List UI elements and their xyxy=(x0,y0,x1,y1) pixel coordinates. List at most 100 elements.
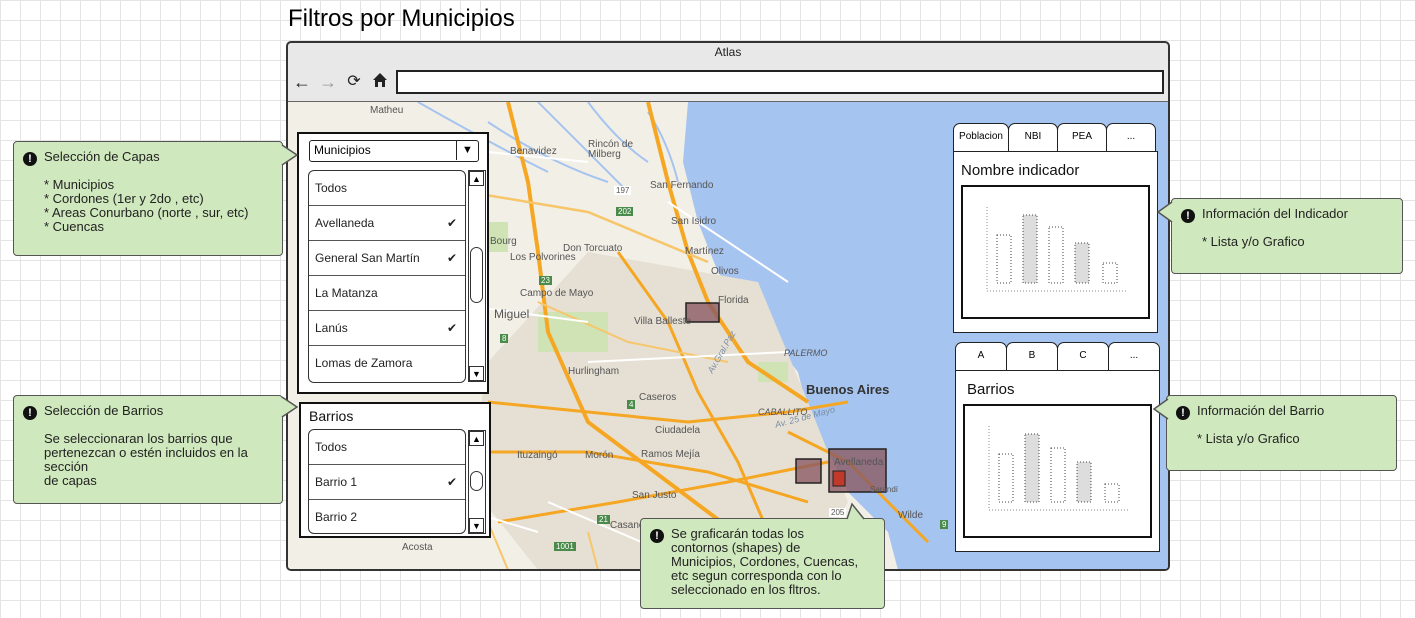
window-title: Atlas xyxy=(714,45,742,59)
callout-capas-line: * Cuencas xyxy=(44,219,104,234)
map-label-martinez: Martínez xyxy=(685,246,724,257)
tab-nbi[interactable]: NBI xyxy=(1008,123,1058,151)
callout-barrios-title: Selección de Barrios xyxy=(44,403,164,418)
map-label-sarandi: Sarandí xyxy=(870,485,899,494)
barrios-panel: Barrios Todos Barrio 1 ✔ Barrio 2 ▲ ▼ xyxy=(299,402,491,538)
callout-barrios-line: de capas xyxy=(44,473,97,488)
url-input[interactable] xyxy=(396,70,1164,94)
callout-shapes: ! Se graficarán todas los contornos (sha… xyxy=(640,518,885,609)
callout-shapes-line: Municipios, Cordones, Cuencas, xyxy=(671,554,859,569)
barrio-info-chart xyxy=(963,404,1152,538)
checkmark-icon: ✔ xyxy=(446,321,457,335)
map-route-202: 202 xyxy=(616,207,634,216)
scroll-up-icon[interactable]: ▲ xyxy=(469,431,484,446)
scroll-thumb[interactable] xyxy=(470,247,483,303)
callout-shapes-tail xyxy=(846,502,865,520)
capas-scrollbar[interactable]: ▲ ▼ xyxy=(468,170,486,382)
map-route-4: 4 xyxy=(627,400,636,409)
barrio-info-panel: A B C ... Barrios xyxy=(955,342,1160,552)
capas-list: Todos Avellaneda ✔ General San Martín ✔ La… xyxy=(308,170,466,383)
exclamation-icon: ! xyxy=(23,406,37,420)
scroll-thumb[interactable] xyxy=(470,471,483,491)
exclamation-icon: ! xyxy=(1176,406,1190,420)
map-label-buenos-aires: Buenos Aires xyxy=(806,382,890,397)
callout-indicador-tail xyxy=(1156,201,1173,223)
forward-icon[interactable]: → xyxy=(318,72,338,92)
barrio-info-heading: Barrios xyxy=(967,381,1015,398)
map-route-23: 23 xyxy=(539,276,552,285)
indicator-chart xyxy=(961,185,1150,319)
triangle-down-icon[interactable]: ▼ xyxy=(456,141,478,160)
barrios-item-barrio-1[interactable]: Barrio 1 ✔ xyxy=(309,465,465,500)
barrios-panel-title: Barrios xyxy=(309,408,354,424)
map-label-wilde: Wilde xyxy=(898,510,924,521)
callout-barrios: ! Selección de Barrios Se seleccionaran … xyxy=(13,395,283,504)
map-label-moron: Morón xyxy=(585,450,614,461)
map-label-acosta: Acosta xyxy=(402,542,433,553)
capas-item-general-san-martin[interactable]: General San Martín ✔ xyxy=(309,241,465,276)
indicator-bar-chart xyxy=(986,207,1127,292)
capas-item-lanus[interactable]: Lanús ✔ xyxy=(309,311,465,346)
callout-shapes-line: contornos (shapes) de xyxy=(671,540,801,555)
capas-item-avellaneda[interactable]: Avellaneda ✔ xyxy=(309,206,465,241)
indicator-body: Nombre indicador xyxy=(953,151,1158,333)
scroll-up-icon[interactable]: ▲ xyxy=(469,171,484,186)
callout-capas-line: * Cordones (1er y 2do , etc) xyxy=(44,191,204,206)
reload-icon[interactable]: ⟳ xyxy=(344,72,364,92)
selection-shape-barrio xyxy=(832,470,846,487)
callout-barrios-line: pertenezcan o estén incluidos en la xyxy=(44,445,248,460)
callout-capas-line: * Areas Conurbano (norte , sur, etc) xyxy=(44,205,249,220)
callout-shapes-line: seleccionado en los fltros. xyxy=(671,582,821,597)
tab-poblacion[interactable]: Poblacion xyxy=(953,123,1009,151)
tab-pea[interactable]: PEA xyxy=(1057,123,1107,151)
checkmark-icon: ✔ xyxy=(446,475,457,489)
callout-indicador-title: Información del Indicador xyxy=(1202,206,1348,221)
map-label-los-polvorines: Los Polvorines xyxy=(510,252,576,263)
map-route-197: 197 xyxy=(614,186,632,195)
tab-more[interactable]: ... xyxy=(1108,342,1160,370)
map-label-rincon: Rincón de Milberg xyxy=(588,139,634,160)
map-label-san-fernando: San Fernando xyxy=(650,180,714,191)
tab-more[interactable]: ... xyxy=(1106,123,1156,151)
capas-item-todos[interactable]: Todos xyxy=(309,171,465,206)
barrios-item-barrio-2[interactable]: Barrio 2 xyxy=(309,500,465,533)
barrios-scrollbar[interactable]: ▲ ▼ xyxy=(468,430,486,534)
tab-a[interactable]: A xyxy=(955,342,1007,370)
map-label-bourg: Bourg xyxy=(490,236,517,247)
capas-item-la-matanza[interactable]: La Matanza xyxy=(309,276,465,311)
barrio-info-body: Barrios xyxy=(955,370,1160,552)
map-label-benavidez: Benavidez xyxy=(510,146,557,157)
callout-shapes-line: Se graficarán todas los xyxy=(671,526,804,541)
tab-b[interactable]: B xyxy=(1006,342,1058,370)
checkmark-icon: ✔ xyxy=(446,216,457,230)
map-label-matheu: Matheu xyxy=(370,105,404,116)
barrios-list: Todos Barrio 1 ✔ Barrio 2 xyxy=(308,429,466,534)
map-label-caseros: Caseros xyxy=(639,392,677,403)
barrios-item-todos[interactable]: Todos xyxy=(309,430,465,465)
scroll-down-icon[interactable]: ▼ xyxy=(469,366,484,381)
callout-barrios-line: Se seleccionaran los barrios que xyxy=(44,431,233,446)
map-label-ituzaingo: Ituzaingó xyxy=(517,450,558,461)
navigation-bar: ← → ⟳ xyxy=(288,67,1168,99)
map-label-campo-de-mayo: Campo de Mayo xyxy=(520,288,594,299)
back-icon[interactable]: ← xyxy=(292,72,312,92)
capas-panel: Municipios ▼ Todos Avellaneda ✔ General S… xyxy=(297,132,489,394)
callout-capas: ! Selección de Capas * Municipios * Cord… xyxy=(13,141,283,256)
map-label-san-miguel: Miguel xyxy=(494,307,530,321)
tab-c[interactable]: C xyxy=(1057,342,1109,370)
callout-barrios-tail xyxy=(281,396,299,418)
capas-dropdown[interactable]: Municipios ▼ xyxy=(309,140,479,162)
callout-barrio-info: ! Información del Barrio * Lista y/o Gra… xyxy=(1166,395,1397,471)
selection-shape-lanus xyxy=(795,458,822,484)
callout-indicador: ! Información del Indicador * Lista y/o … xyxy=(1171,198,1403,274)
checkmark-icon: ✔ xyxy=(446,251,457,265)
capas-item-lomas-de-zamora[interactable]: Lomas de Zamora xyxy=(309,346,465,381)
callout-barrio-info-line: * Lista y/o Grafico xyxy=(1197,431,1300,446)
barrio-info-tabs: A B C ... xyxy=(955,342,1160,370)
map-label-villa-ballester: Villa Balleste xyxy=(634,316,692,327)
home-icon[interactable] xyxy=(370,72,390,92)
capas-dropdown-value: Municipios xyxy=(314,143,371,157)
callout-barrios-line: sección xyxy=(44,459,89,474)
exclamation-icon: ! xyxy=(650,529,664,543)
scroll-down-icon[interactable]: ▼ xyxy=(469,518,484,533)
